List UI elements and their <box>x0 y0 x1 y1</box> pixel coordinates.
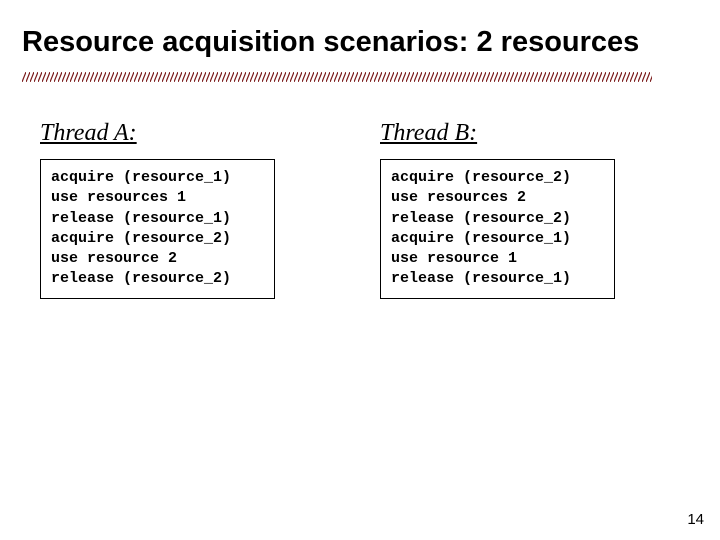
divider-hatched <box>22 72 652 82</box>
thread-b-code: acquire (resource_2) use resources 2 rel… <box>380 159 615 299</box>
thread-b-header: Thread B: <box>380 120 660 147</box>
column-thread-a: Thread A: acquire (resource_1) use resou… <box>40 120 320 299</box>
thread-a-code: acquire (resource_1) use resources 1 rel… <box>40 159 275 299</box>
column-thread-b: Thread B: acquire (resource_2) use resou… <box>380 120 660 299</box>
page-number: 14 <box>687 511 704 528</box>
slide: Resource acquisition scenarios: 2 resour… <box>0 0 720 540</box>
columns: Thread A: acquire (resource_1) use resou… <box>40 120 680 299</box>
thread-a-header: Thread A: <box>40 120 320 147</box>
slide-title: Resource acquisition scenarios: 2 resour… <box>22 26 698 59</box>
